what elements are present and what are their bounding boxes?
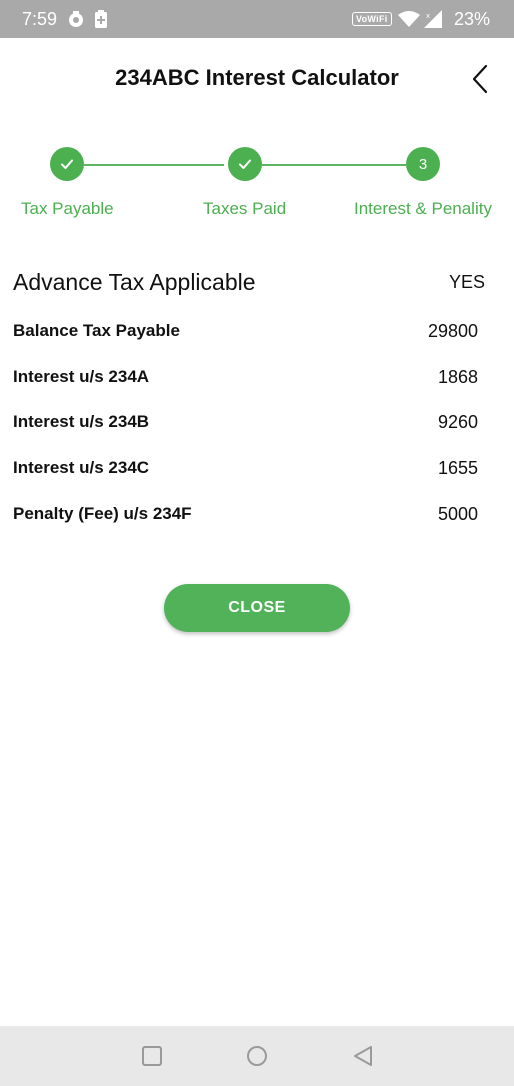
chevron-left-icon[interactable] (466, 62, 494, 96)
result-label: Interest u/s 234B (13, 412, 150, 431)
result-value: 1655 (437, 458, 478, 478)
progress-stepper: 3 Tax Payable Taxes Paid Interest & Pena… (0, 145, 514, 225)
step-3-number: 3 (418, 155, 428, 173)
result-row-interest-234c: Interest u/s 234C 1655 (0, 458, 514, 484)
status-bar: 7:59 VoWiFi x 23% (0, 0, 514, 38)
step-label-taxes-paid[interactable]: Taxes Paid (203, 199, 286, 219)
vowifi-badge: VoWiFi (352, 12, 392, 26)
battery-saver-icon (95, 10, 107, 28)
result-row-interest-234a: Interest u/s 234A 1868 (0, 367, 514, 393)
check-icon (239, 159, 251, 169)
result-value: 9260 (437, 412, 478, 432)
advance-tax-value: YES (448, 272, 485, 292)
settings-icon (69, 11, 83, 27)
back-triangle-icon[interactable] (352, 1045, 374, 1067)
result-label: Interest u/s 234C (13, 458, 150, 477)
step-1-marker (50, 147, 84, 181)
result-label: Penalty (Fee) u/s 234F (13, 504, 192, 523)
recents-square-icon[interactable] (141, 1045, 163, 1067)
step-2-marker (228, 147, 262, 181)
status-time: 7:59 (22, 9, 58, 29)
result-row-interest-234b: Interest u/s 234B 9260 (0, 412, 514, 438)
advance-tax-label: Advance Tax Applicable (13, 269, 256, 295)
result-row-balance-tax: Balance Tax Payable 29800 (0, 321, 514, 347)
svg-text:x: x (426, 12, 430, 20)
result-label: Interest u/s 234A (13, 367, 150, 386)
battery-percent: 23% (454, 9, 491, 29)
check-icon (61, 159, 73, 169)
wifi-icon (398, 11, 420, 27)
result-row-penalty-234f: Penalty (Fee) u/s 234F 5000 (0, 504, 514, 530)
page-title: 234ABC Interest Calculator (115, 65, 399, 90)
step-connector (262, 164, 406, 166)
step-connector (84, 164, 224, 166)
home-circle-icon[interactable] (246, 1045, 268, 1067)
result-value: 29800 (427, 321, 478, 341)
result-value: 1868 (437, 367, 478, 387)
system-nav-bar (0, 1026, 514, 1086)
step-label-interest-penality[interactable]: Interest & Penality (354, 199, 492, 219)
result-label: Balance Tax Payable (13, 321, 180, 340)
step-label-tax-payable[interactable]: Tax Payable (21, 199, 114, 219)
signal-icon: x (424, 10, 442, 28)
step-3-marker: 3 (406, 147, 440, 181)
close-button[interactable]: CLOSE (164, 584, 350, 632)
screen: 7:59 VoWiFi x 23% 234ABC Interest Calcul… (0, 0, 514, 1086)
result-value: 5000 (437, 504, 478, 524)
